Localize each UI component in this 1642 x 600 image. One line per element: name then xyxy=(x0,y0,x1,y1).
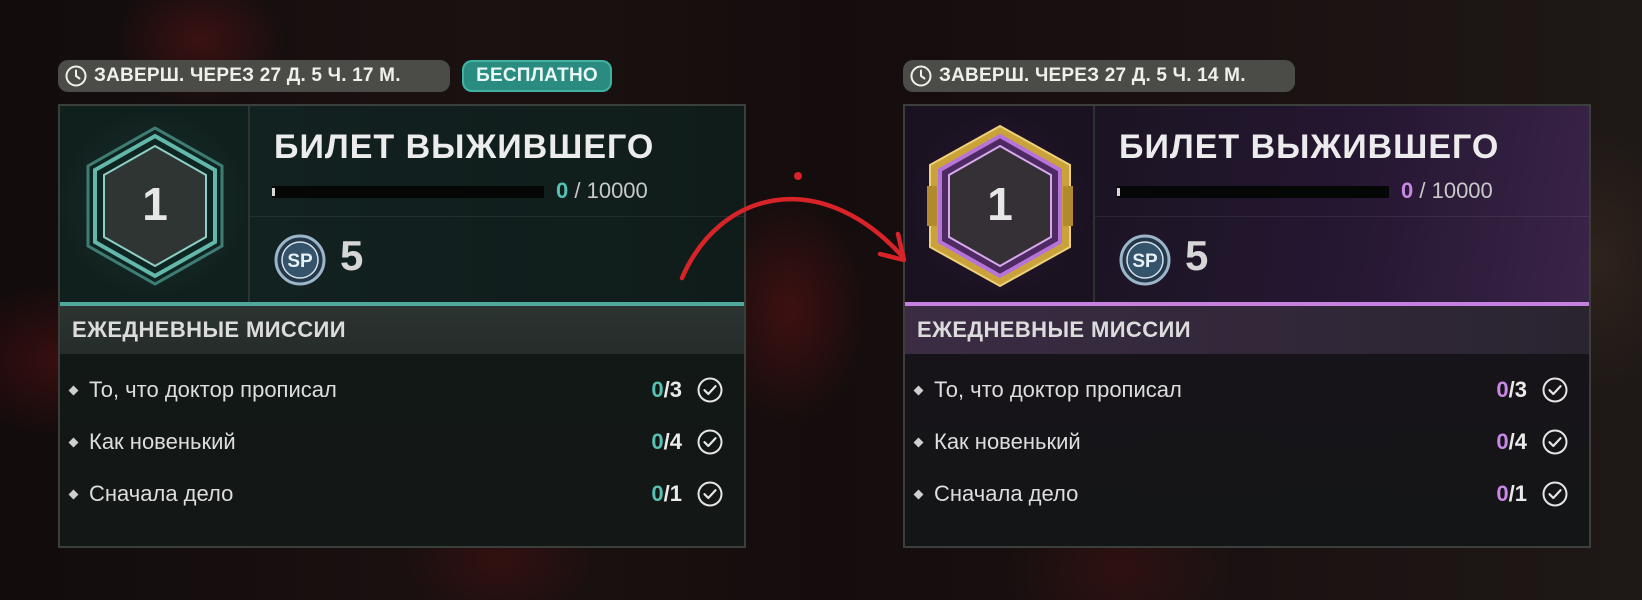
mission-item[interactable]: То, что доктор прописал 0/3 xyxy=(905,364,1589,416)
pass-title: БИЛЕТ ВЫЖИВШЕГО xyxy=(1119,128,1500,166)
sp-icon-label: SP xyxy=(1132,251,1158,272)
mission-progress-current: 0 xyxy=(651,377,664,402)
battle-pass-panel-premium: ЗАВЕРШ. ЧЕРЕЗ 27 Д. 5 Ч. 14 М. 1 БИЛЕТ В… xyxy=(903,54,1591,552)
progress-current: 0 xyxy=(1401,178,1414,203)
mission-item[interactable]: Сначала дело 0/1 xyxy=(905,468,1589,520)
pass-info: БИЛЕТ ВЫЖИВШЕГО 0 / 10000 SP 5 xyxy=(1095,106,1589,302)
mission-name: Сначала дело xyxy=(934,481,1079,506)
mission-name: То, что доктор прописал xyxy=(89,377,337,402)
pass-card[interactable]: 1 БИЛЕТ ВЫЖИВШЕГО 0 / 10000 SP 5 ЕЖЕДНЕВ… xyxy=(58,104,746,548)
mission-progress: 0/4 xyxy=(1496,429,1527,455)
divider xyxy=(1095,216,1589,217)
check-circle-icon xyxy=(697,429,723,455)
check-circle-icon xyxy=(1542,429,1568,455)
mission-progress-current: 0 xyxy=(651,481,664,506)
mission-name: Как новенький xyxy=(934,429,1081,454)
mission-progress: 0/3 xyxy=(1496,377,1527,403)
check-circle-icon xyxy=(1542,377,1568,403)
mission-progress-total: /1 xyxy=(663,481,682,506)
mission-item[interactable]: Как новенький 0/4 xyxy=(60,416,744,468)
pass-title: БИЛЕТ ВЫЖИВШЕГО xyxy=(274,128,655,166)
check-circle-icon xyxy=(697,377,723,403)
clock-icon xyxy=(65,65,87,87)
mission-name: Сначала дело xyxy=(89,481,234,506)
sp-value: 5 xyxy=(340,232,364,279)
mission-progress: 0/1 xyxy=(1496,481,1527,507)
event-timer-text: ЗАВЕРШ. ЧЕРЕЗ 27 Д. 5 Ч. 14 М. xyxy=(939,65,1246,86)
mission-progress-total: /3 xyxy=(663,377,682,402)
sp-icon: SP xyxy=(1119,234,1171,286)
daily-missions-header: ЕЖЕДНЕВНЫЕ МИССИИ xyxy=(60,306,744,354)
progress-total: / 10000 xyxy=(1419,178,1493,203)
mission-list: То, что доктор прописал 0/3 Как новеньки… xyxy=(60,364,744,520)
progress-current: 0 xyxy=(556,178,569,203)
mission-progress-total: /4 xyxy=(663,429,682,454)
mission-name: То, что доктор прописал xyxy=(934,377,1182,402)
sp-icon-label: SP xyxy=(287,251,313,272)
mission-name: Как новенький xyxy=(89,429,236,454)
bullet-icon xyxy=(68,437,79,447)
mission-progress-current: 0 xyxy=(1496,429,1509,454)
battle-pass-panel-free: ЗАВЕРШ. ЧЕРЕЗ 27 Д. 5 Ч. 17 М. БЕСПЛАТНО… xyxy=(58,54,746,552)
rank-number: 1 xyxy=(142,178,168,230)
mission-progress-current: 0 xyxy=(1496,377,1509,402)
progress-total: / 10000 xyxy=(574,178,648,203)
check-circle-icon xyxy=(1542,481,1568,507)
mission-item[interactable]: То, что доктор прописал 0/3 xyxy=(60,364,744,416)
check-circle-icon xyxy=(697,481,723,507)
clock-icon xyxy=(910,65,932,87)
mission-item[interactable]: Сначала дело 0/1 xyxy=(60,468,744,520)
rank-emblem: 1 xyxy=(60,106,250,302)
mission-progress-total: /3 xyxy=(1508,377,1527,402)
mission-progress: 0/1 xyxy=(651,481,682,507)
bullet-icon xyxy=(68,489,79,499)
event-timer: ЗАВЕРШ. ЧЕРЕЗ 27 Д. 5 Ч. 14 М. xyxy=(903,60,1295,92)
free-badge-label: БЕСПЛАТНО xyxy=(476,65,598,86)
progress-text: 0 / 10000 xyxy=(556,178,648,204)
mission-progress: 0/4 xyxy=(651,429,682,455)
mission-progress-total: /1 xyxy=(1508,481,1527,506)
mission-item[interactable]: Как новенький 0/4 xyxy=(905,416,1589,468)
progress-bar xyxy=(272,186,544,198)
rank-number: 1 xyxy=(987,178,1013,230)
sp-value: 5 xyxy=(1185,232,1209,279)
pass-card[interactable]: 1 БИЛЕТ ВЫЖИВШЕГО 0 / 10000 SP 5 ЕЖЕДНЕВ… xyxy=(903,104,1591,548)
free-badge: БЕСПЛАТНО xyxy=(462,60,612,92)
sp-icon: SP xyxy=(274,234,326,286)
event-timer-text: ЗАВЕРШ. ЧЕРЕЗ 27 Д. 5 Ч. 17 М. xyxy=(94,65,401,86)
bullet-icon xyxy=(913,489,924,499)
bullet-icon xyxy=(68,385,79,395)
mission-list: То, что доктор прописал 0/3 Как новеньки… xyxy=(905,364,1589,520)
progress-bar-fill xyxy=(1117,188,1120,196)
curved-arrow-icon xyxy=(679,196,907,281)
event-timer: ЗАВЕРШ. ЧЕРЕЗ 27 Д. 5 Ч. 17 М. xyxy=(58,60,450,92)
bullet-icon xyxy=(913,437,924,447)
progress-bar xyxy=(1117,186,1389,198)
bullet-icon xyxy=(913,385,924,395)
mission-progress: 0/3 xyxy=(651,377,682,403)
progress-bar-fill xyxy=(272,188,275,196)
daily-missions-header: ЕЖЕДНЕВНЫЕ МИССИИ xyxy=(905,306,1589,354)
mission-progress-total: /4 xyxy=(1508,429,1527,454)
rank-emblem: 1 xyxy=(905,106,1095,302)
mission-progress-current: 0 xyxy=(651,429,664,454)
mission-progress-current: 0 xyxy=(1496,481,1509,506)
progress-text: 0 / 10000 xyxy=(1401,178,1493,204)
